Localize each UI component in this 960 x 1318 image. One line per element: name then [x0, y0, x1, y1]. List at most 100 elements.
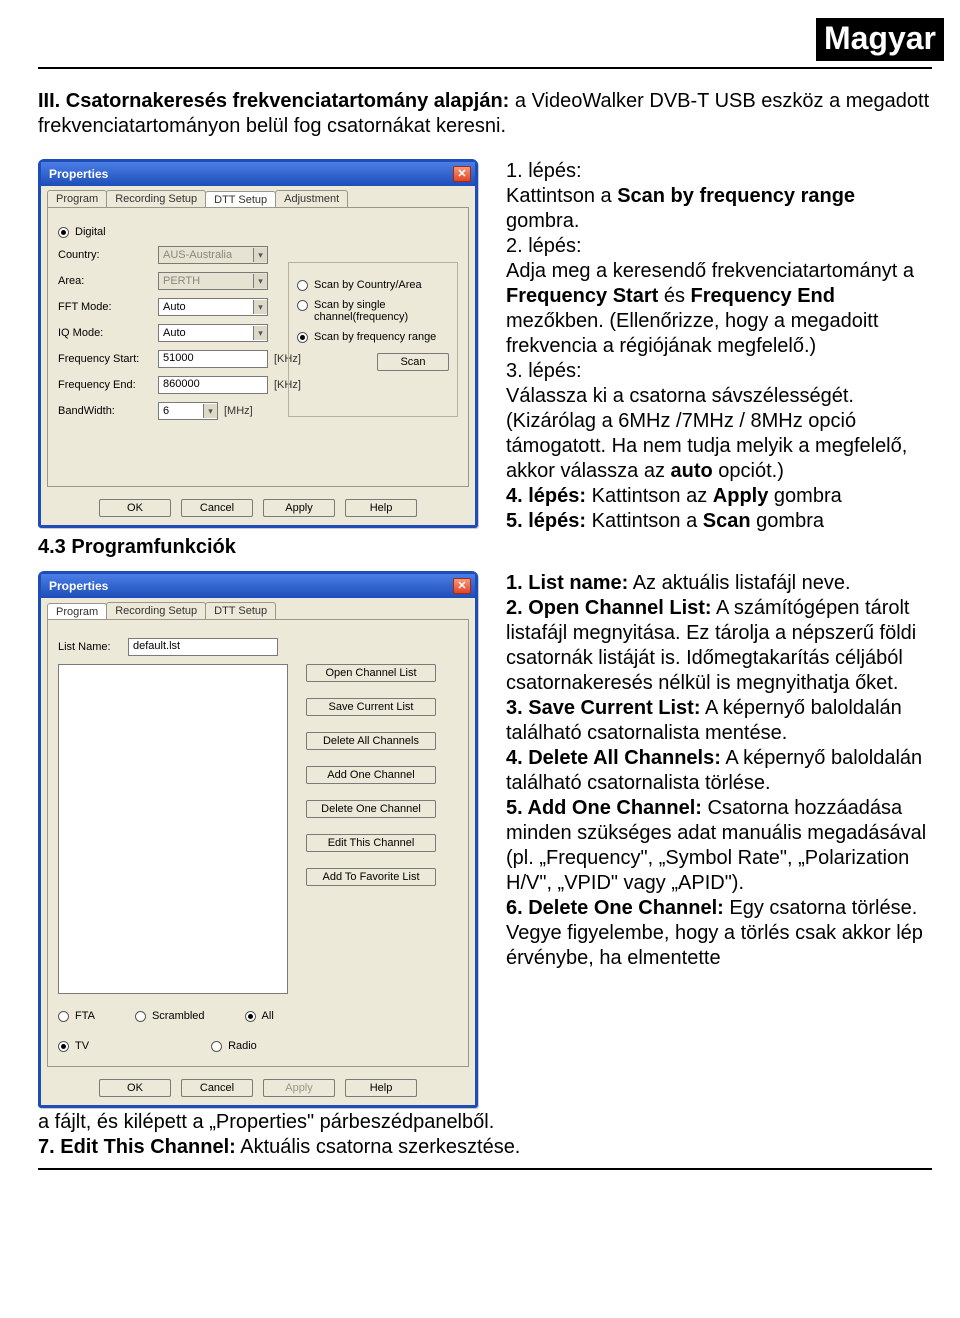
dialog-buttons: OK Cancel Apply Help	[41, 1073, 475, 1105]
option-scrambled[interactable]: Scrambled	[135, 1010, 205, 1022]
radio-icon	[297, 332, 308, 343]
radio-icon	[135, 1011, 146, 1022]
fft-mode-value: Auto	[163, 301, 186, 313]
properties-dialog-dtt-setup: Properties ✕ Program Recording Setup DTT…	[38, 159, 478, 528]
label-fft-mode: FFT Mode:	[58, 301, 158, 313]
titlebar: Properties ✕	[41, 574, 475, 598]
radio-icon	[58, 1041, 69, 1052]
section-heading: 4.3 Programfunkciók	[38, 536, 488, 559]
tab-recording-setup[interactable]: Recording Setup	[106, 602, 206, 619]
apply-button[interactable]: Apply	[263, 499, 335, 517]
option-scan-country-label: Scan by Country/Area	[314, 279, 422, 291]
add-to-favorite-button[interactable]: Add To Favorite List	[306, 868, 436, 886]
label-frequency-start: Frequency Start:	[58, 353, 158, 365]
cancel-button[interactable]: Cancel	[181, 1079, 253, 1097]
dialog-buttons: OK Cancel Apply Help	[41, 493, 475, 525]
option-tv[interactable]: TV	[58, 1040, 89, 1052]
option-scrambled-label: Scrambled	[152, 1010, 205, 1022]
label-list-name: List Name:	[58, 641, 128, 653]
tab-adjustment[interactable]: Adjustment	[275, 190, 348, 207]
dialog-title: Properties	[49, 579, 108, 593]
option-fta-label: FTA	[75, 1010, 95, 1022]
close-icon[interactable]: ✕	[453, 166, 471, 182]
option-digital[interactable]: Digital	[58, 226, 458, 238]
tab-recording-setup[interactable]: Recording Setup	[106, 190, 206, 207]
option-digital-label: Digital	[75, 226, 106, 238]
intro-paragraph: III. Csatornakeresés frekvenciatartomány…	[38, 89, 932, 139]
save-current-list-button[interactable]: Save Current List	[306, 698, 436, 716]
cancel-button[interactable]: Cancel	[181, 499, 253, 517]
help-button[interactable]: Help	[345, 1079, 417, 1097]
steps-column-2: 1. List name: Az aktuális listafájl neve…	[506, 571, 932, 971]
chevron-down-icon: ▾	[203, 404, 217, 418]
radio-icon	[245, 1011, 256, 1022]
steps-column-1: 1. lépés: Kattintson a Scan by frequency…	[506, 159, 932, 534]
language-badge: Magyar	[816, 18, 944, 61]
bandwidth-value: 6	[163, 405, 169, 417]
tab-strip: Program Recording Setup DTT Setup	[41, 598, 475, 619]
option-scan-single[interactable]: Scan by single channel(frequency)	[297, 299, 449, 323]
area-value: PERTH	[163, 275, 200, 287]
wrap-text: a fájlt, és kilépett a „Properties" párb…	[38, 1110, 932, 1160]
open-channel-list-button[interactable]: Open Channel List	[306, 664, 436, 682]
option-all[interactable]: All	[245, 1010, 274, 1022]
tab-dtt-setup[interactable]: DTT Setup	[205, 191, 276, 208]
frequency-end-input[interactable]: 860000	[158, 376, 268, 394]
dialog-title: Properties	[49, 167, 108, 181]
option-scan-country[interactable]: Scan by Country/Area	[297, 279, 449, 291]
delete-one-channel-button[interactable]: Delete One Channel	[306, 800, 436, 818]
fft-mode-select[interactable]: Auto ▾	[158, 298, 268, 316]
close-icon[interactable]: ✕	[453, 578, 471, 594]
label-iq-mode: IQ Mode:	[58, 327, 158, 339]
tab-dtt-setup[interactable]: DTT Setup	[205, 602, 276, 619]
option-scan-range[interactable]: Scan by frequency range	[297, 331, 449, 343]
radio-icon	[297, 300, 308, 311]
label-area: Area:	[58, 275, 158, 287]
label-frequency-end: Frequency End:	[58, 379, 158, 391]
edit-this-channel-button[interactable]: Edit This Channel	[306, 834, 436, 852]
tab-program[interactable]: Program	[47, 190, 107, 207]
bottom-rule	[38, 1168, 932, 1170]
channel-buttons: Open Channel List Save Current List Dele…	[306, 664, 436, 886]
option-scan-single-label: Scan by single channel(frequency)	[314, 299, 449, 323]
add-one-channel-button[interactable]: Add One Channel	[306, 766, 436, 784]
delete-all-channels-button[interactable]: Delete All Channels	[306, 732, 436, 750]
iq-mode-select[interactable]: Auto ▾	[158, 324, 268, 342]
unit-mhz: [MHz]	[224, 405, 253, 417]
list-name-input[interactable]: default.lst	[128, 638, 278, 656]
chevron-down-icon: ▾	[253, 326, 267, 340]
scan-button[interactable]: Scan	[377, 353, 449, 371]
iq-mode-value: Auto	[163, 327, 186, 339]
channel-list[interactable]	[58, 664, 288, 994]
radio-icon	[58, 1011, 69, 1022]
frequency-start-input[interactable]: 51000	[158, 350, 268, 368]
intro-heading: III. Csatornakeresés frekvenciatartomány…	[38, 90, 509, 112]
tab-panel: List Name: default.lst Open Channel List…	[47, 619, 469, 1067]
country-value: AUS-Australia	[163, 249, 232, 261]
ok-button[interactable]: OK	[99, 499, 171, 517]
radio-icon	[297, 280, 308, 291]
option-scan-range-label: Scan by frequency range	[314, 331, 436, 343]
option-radio-label: Radio	[228, 1040, 257, 1052]
option-tv-label: TV	[75, 1040, 89, 1052]
top-rule	[38, 67, 932, 69]
bandwidth-select[interactable]: 6 ▾	[158, 402, 218, 420]
area-select: PERTH ▾	[158, 272, 268, 290]
properties-dialog-program: Properties ✕ Program Recording Setup DTT…	[38, 571, 478, 1108]
label-country: Country:	[58, 249, 158, 261]
scan-mode-group: Scan by Country/Area Scan by single chan…	[288, 262, 458, 417]
help-button[interactable]: Help	[345, 499, 417, 517]
chevron-down-icon: ▾	[253, 274, 267, 288]
country-select: AUS-Australia ▾	[158, 246, 268, 264]
chevron-down-icon: ▾	[253, 300, 267, 314]
option-radio[interactable]: Radio	[211, 1040, 257, 1052]
titlebar: Properties ✕	[41, 162, 475, 186]
tab-program[interactable]: Program	[47, 603, 107, 620]
option-fta[interactable]: FTA	[58, 1010, 95, 1022]
radio-icon	[58, 227, 69, 238]
radio-icon	[211, 1041, 222, 1052]
tab-panel: Digital Country: AUS-Australia ▾ Area: P…	[47, 207, 469, 487]
ok-button[interactable]: OK	[99, 1079, 171, 1097]
option-all-label: All	[262, 1010, 274, 1022]
tab-strip: Program Recording Setup DTT Setup Adjust…	[41, 186, 475, 207]
